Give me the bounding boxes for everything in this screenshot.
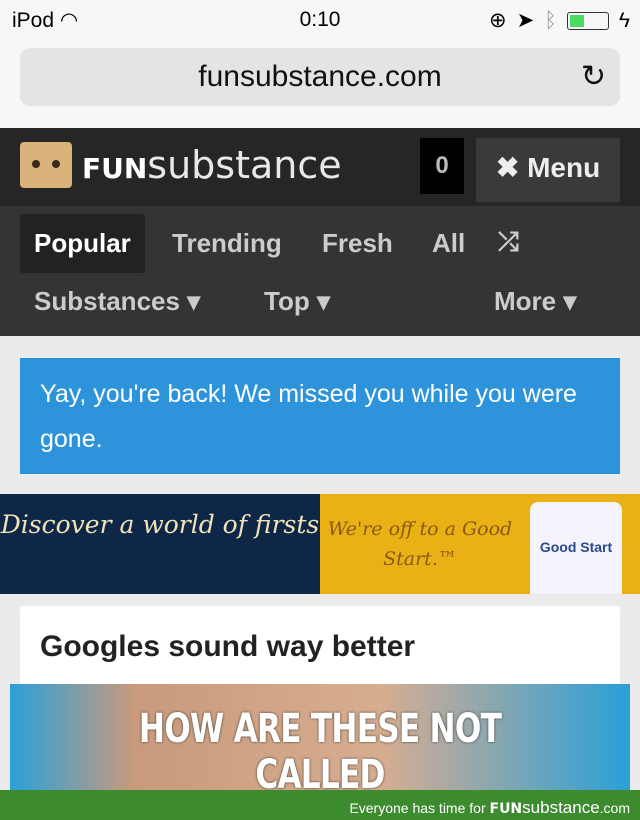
brand-rest: substance bbox=[147, 143, 342, 187]
footer-brand-rest: substance bbox=[522, 798, 600, 817]
rotation-lock-icon: ⊕ bbox=[489, 9, 507, 32]
tab-fresh[interactable]: Fresh bbox=[322, 228, 393, 259]
dropdown-more[interactable]: More ▾ bbox=[494, 286, 576, 317]
brand-bold: FUN bbox=[82, 152, 148, 185]
tab-all[interactable]: All bbox=[432, 228, 465, 259]
charging-icon: ϟ bbox=[618, 8, 630, 32]
footer-brand-bold: FUN bbox=[489, 801, 523, 817]
menu-label: Menu bbox=[527, 152, 601, 183]
ad-right-text: We're off to a Good Start.™ bbox=[327, 518, 513, 570]
box-mascot-icon bbox=[20, 142, 72, 188]
dropdown-top[interactable]: Top ▾ bbox=[264, 286, 330, 317]
location-icon: ➤ bbox=[516, 9, 535, 32]
address-bar[interactable]: funsubstance.com ↻ bbox=[20, 48, 620, 106]
footer-text: Everyone has time for bbox=[349, 800, 486, 816]
ad-banner[interactable]: Discover a world of firsts We're off to … bbox=[0, 494, 640, 594]
footer-banner: Everyone has time for FUNsubstance.com bbox=[0, 790, 640, 820]
tab-trending[interactable]: Trending bbox=[172, 228, 282, 259]
battery-icon bbox=[566, 11, 609, 30]
product-can: Good Start bbox=[530, 502, 622, 594]
dropdown-substances[interactable]: Substances ▾ bbox=[34, 286, 200, 317]
nav-bar: Popular Trending Fresh All ⤮ Substances … bbox=[0, 206, 640, 336]
status-bar: iPod ◠ 0:10 ⊕ ➤ ᛒ ϟ bbox=[0, 0, 640, 40]
tab-popular[interactable]: Popular bbox=[20, 214, 145, 273]
url-text: funsubstance.com bbox=[198, 60, 442, 93]
menu-button[interactable]: ✖ Menu bbox=[476, 138, 620, 202]
notification-count[interactable]: 0 bbox=[420, 138, 464, 194]
post-image[interactable]: HOW ARE THESE NOT CALLED bbox=[10, 684, 630, 798]
image-caption: HOW ARE THESE NOT CALLED bbox=[138, 706, 502, 798]
post-title[interactable]: Googles sound way better bbox=[20, 606, 620, 686]
site-header: FUNsubstance 0 ✖ Menu bbox=[0, 128, 640, 206]
site-logo[interactable]: FUNsubstance bbox=[20, 142, 342, 188]
bluetooth-icon: ᛒ bbox=[544, 8, 557, 32]
ad-left-text: Discover a world of firsts bbox=[0, 494, 320, 594]
close-icon: ✖ bbox=[495, 152, 520, 183]
reload-icon[interactable]: ↻ bbox=[581, 48, 606, 106]
footer-domain: .com bbox=[599, 800, 630, 816]
welcome-alert: Yay, you're back! We missed you while yo… bbox=[20, 358, 620, 474]
shuffle-icon[interactable]: ⤮ bbox=[498, 226, 519, 258]
